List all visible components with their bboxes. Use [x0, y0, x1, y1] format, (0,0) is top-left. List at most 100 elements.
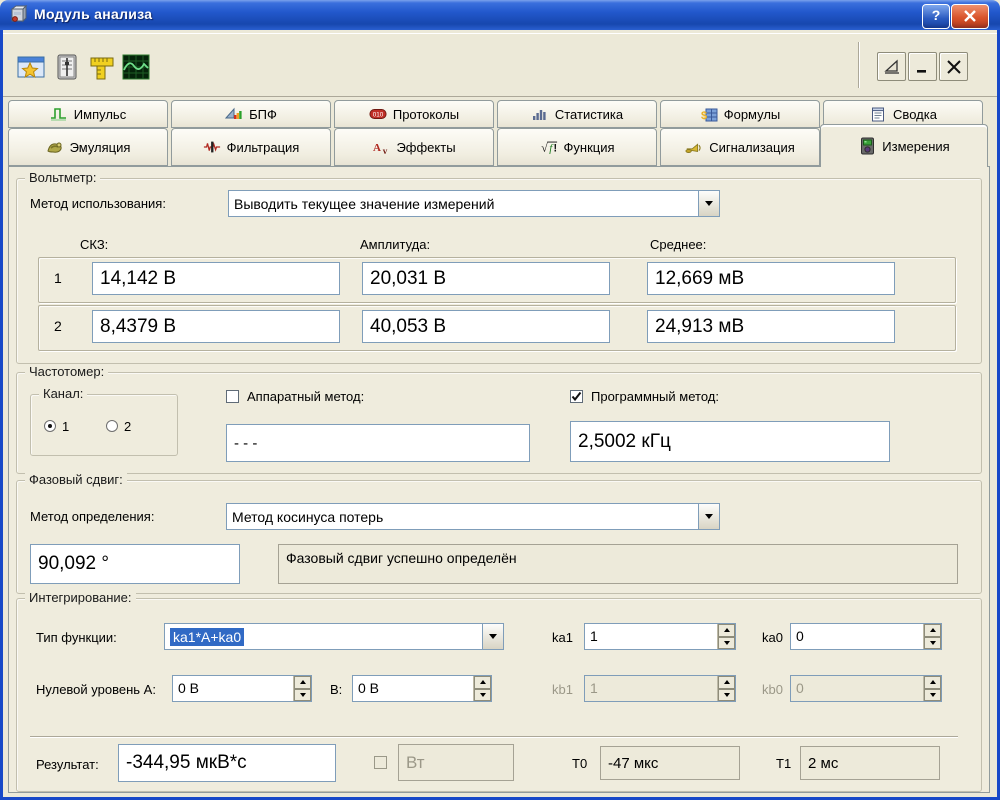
tab-signaling[interactable]: Сигнализация	[660, 128, 820, 166]
function-type-label: Тип функции:	[36, 630, 117, 645]
ch1-amplitude-field[interactable]: 20,031 В	[362, 262, 610, 295]
tab-effects[interactable]: A v Эффекты	[334, 128, 494, 166]
titlebar[interactable]: Модуль анализа ?	[0, 0, 1000, 30]
tab-statistics[interactable]: Статистика	[497, 100, 657, 128]
stepper-down-button[interactable]	[718, 637, 735, 650]
phase-value-field[interactable]: 90,092 °	[30, 544, 240, 584]
tab-impulse[interactable]: Импульс	[8, 100, 168, 128]
window-star-icon	[17, 55, 45, 79]
ch2-mean-field[interactable]: 24,913 мВ	[647, 310, 895, 343]
t1-field: 2 мс	[800, 746, 940, 780]
tab-measurements[interactable]: Измерения	[820, 124, 988, 167]
hardware-method-label: Аппаратный метод:	[247, 389, 364, 404]
stepper-up-button[interactable]	[718, 624, 735, 637]
tab-emulation[interactable]: Эмуляция	[8, 128, 168, 166]
zero-level-a-label: Нулевой уровень A:	[36, 682, 156, 697]
ka1-label: ka1	[552, 630, 573, 645]
oscilloscope-toolbar-button[interactable]	[121, 52, 151, 82]
window-border-left	[0, 30, 3, 800]
software-method-checkbox[interactable]	[570, 390, 583, 403]
chevron-down-icon	[705, 514, 713, 519]
stepper-down-button[interactable]	[294, 689, 311, 702]
phase-method-combobox[interactable]: Метод косинуса потерь	[226, 503, 720, 530]
chevron-down-icon	[705, 201, 713, 206]
help-button[interactable]: ?	[922, 4, 950, 29]
stepper-up-button[interactable]	[924, 624, 941, 637]
svg-text:$: $	[701, 110, 707, 122]
channel-group-title: Канал:	[39, 386, 87, 401]
voltmeter-method-combobox[interactable]: Выводить текущее значение измерений	[228, 190, 720, 217]
integration-separator	[30, 736, 958, 738]
close-window-button[interactable]	[939, 52, 968, 81]
amplitude-column-header: Амплитуда:	[360, 237, 430, 252]
stepper-value: 1	[585, 676, 717, 701]
t1-label: T1	[776, 756, 791, 771]
combobox-value: Выводить текущее значение измерений	[229, 196, 698, 212]
stepper-up-button[interactable]	[474, 676, 491, 689]
stepper-up-button[interactable]	[294, 676, 311, 689]
minimize-button[interactable]	[908, 52, 937, 81]
hardware-method-checkbox[interactable]	[226, 390, 239, 403]
ka0-stepper[interactable]: 0	[790, 623, 942, 650]
software-method-value-field[interactable]: 2,5002 кГц	[570, 421, 890, 462]
stepper-up-button	[718, 676, 735, 689]
tab-label: Сводка	[893, 107, 937, 122]
result-field[interactable]: -344,95 мкВ*с	[118, 744, 336, 782]
tab-filtering[interactable]: Фильтрация	[171, 128, 331, 166]
ch2-rms-field[interactable]: 8,4379 В	[92, 310, 340, 343]
measurements-icon	[858, 138, 876, 154]
emulation-icon	[46, 139, 64, 155]
ch1-mean-field[interactable]: 12,669 мВ	[647, 262, 895, 295]
hardware-method-value-field[interactable]: - - -	[226, 424, 530, 462]
stepper-value: 0	[791, 624, 923, 649]
stepper-down-button[interactable]	[474, 689, 491, 702]
ruler-toolbar-button[interactable]	[87, 52, 117, 82]
combobox-selected-value: ka1*A+ka0	[170, 628, 244, 646]
zero-level-b-label: B:	[330, 682, 342, 697]
combobox-dropdown-button[interactable]	[482, 624, 503, 649]
instrument-panel-toolbar-button[interactable]	[52, 52, 82, 82]
channel-1-radio[interactable]	[44, 420, 56, 432]
tab-label: Функция	[564, 140, 615, 155]
software-method-label: Программный метод:	[591, 389, 719, 404]
channel-2-radio[interactable]	[106, 420, 118, 432]
ch2-amplitude-field[interactable]: 40,053 В	[362, 310, 610, 343]
tab-label: Формулы	[724, 107, 781, 122]
oscilloscope-icon	[122, 54, 150, 80]
app-icon	[8, 5, 28, 30]
zero-level-b-stepper[interactable]: 0 В	[352, 675, 492, 702]
titlebar-close-button[interactable]	[951, 4, 989, 29]
watt-checkbox-disabled	[374, 756, 387, 769]
print-button[interactable]	[877, 52, 906, 81]
ch1-rms-field[interactable]: 14,142 В	[92, 262, 340, 295]
window-star-toolbar-button[interactable]	[16, 52, 46, 82]
stepper-value: 1	[585, 624, 717, 649]
stepper-value: 0 В	[173, 676, 293, 701]
ka0-label: ka0	[762, 630, 783, 645]
tab-label: Сигнализация	[709, 140, 795, 155]
summary-icon	[869, 106, 887, 122]
minimize-icon	[915, 60, 931, 74]
combobox-value: Метод косинуса потерь	[227, 509, 698, 525]
tab-protocols[interactable]: 010 Протоколы	[334, 100, 494, 128]
formulas-icon: $	[700, 106, 718, 122]
combobox-dropdown-button[interactable]	[698, 191, 719, 216]
ka1-stepper[interactable]: 1	[584, 623, 736, 650]
ruler-icon	[89, 53, 115, 81]
tab-function[interactable]: √ f ! Функция	[497, 128, 657, 166]
t0-label: T0	[572, 756, 587, 771]
svg-text:010: 010	[373, 112, 384, 119]
tab-fft[interactable]: БПФ	[171, 100, 331, 128]
svg-text:√: √	[541, 142, 548, 155]
tab-label: Измерения	[882, 139, 949, 154]
tab-label: Эмуляция	[70, 140, 131, 155]
combobox-dropdown-button[interactable]	[698, 504, 719, 529]
tab-formulas[interactable]: $ Формулы	[660, 100, 820, 128]
kb1-label: kb1	[552, 682, 573, 697]
radio-dot	[48, 424, 52, 428]
phase-method-label: Метод определения:	[30, 509, 154, 524]
zero-level-a-stepper[interactable]: 0 В	[172, 675, 312, 702]
filtering-icon	[203, 139, 221, 155]
function-type-combobox[interactable]: ka1*A+ka0	[164, 623, 504, 650]
stepper-down-button[interactable]	[924, 637, 941, 650]
